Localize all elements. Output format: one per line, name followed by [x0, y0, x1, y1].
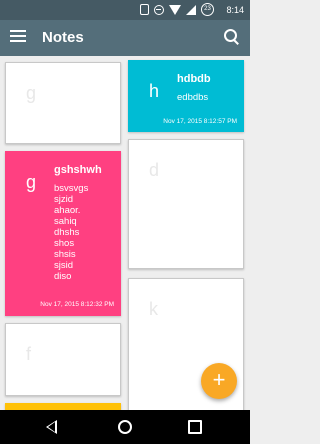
note-letter-avatar: k	[149, 299, 158, 319]
note-card[interactable]: d	[128, 139, 244, 269]
note-title: gshshwh	[54, 164, 102, 176]
note-letter-avatar: h	[149, 81, 160, 101]
note-card[interactable]: h hdbdb edbdbs Nov 17, 2015 8:12:57 PM	[128, 60, 244, 132]
note-letter-avatar: f	[26, 344, 32, 364]
status-bar: 23 8:14	[0, 0, 250, 20]
note-card[interactable]: f	[5, 323, 121, 396]
note-body: edbdbs	[177, 92, 209, 103]
menu-icon[interactable]	[10, 30, 26, 44]
note-card[interactable]: g	[5, 62, 121, 144]
battery-icon: 23	[201, 3, 214, 16]
note-letter-avatar: g	[26, 172, 37, 192]
recent-apps-icon[interactable]	[188, 420, 202, 434]
vibrate-icon	[140, 4, 149, 15]
signal-icon	[186, 4, 196, 15]
status-time: 8:14	[226, 5, 244, 15]
note-letter-avatar: g	[26, 83, 37, 103]
note-date: Nov 17, 2015 8:12:32 PM	[40, 301, 114, 308]
note-card[interactable]: g gshshwh bsvsvgs sjzid ahaor. sahiq dhs…	[5, 151, 121, 316]
note-letter-avatar: d	[149, 160, 160, 180]
note-date: Nov 17, 2015 8:12:57 PM	[163, 118, 237, 125]
do-not-disturb-icon	[154, 4, 164, 15]
wifi-icon	[169, 4, 181, 15]
note-body: bsvsvgs sjzid ahaor. sahiq dhshs shos sh…	[54, 183, 89, 282]
status-icons: 23	[140, 3, 214, 16]
add-note-button[interactable]: +	[201, 363, 237, 399]
app-bar: Notes	[0, 20, 250, 56]
app-title: Notes	[42, 29, 84, 46]
home-icon[interactable]	[118, 420, 132, 434]
navigation-bar	[0, 410, 250, 444]
note-title: hdbdb	[177, 73, 211, 85]
back-icon[interactable]	[46, 420, 57, 434]
search-icon[interactable]	[224, 29, 240, 45]
